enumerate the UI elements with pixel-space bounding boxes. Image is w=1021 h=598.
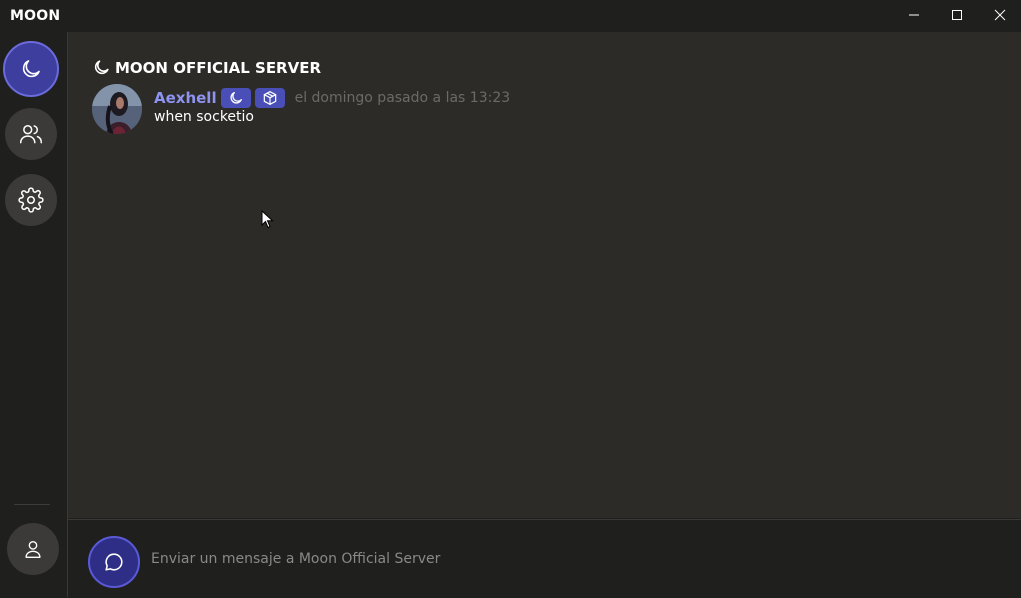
channel-title: MOON OFFICIAL SERVER	[115, 58, 322, 77]
moon-icon	[94, 60, 109, 75]
maximize-icon	[951, 10, 962, 20]
chat-panel: MOON OFFICIAL SERVER Aexhell el domingo …	[68, 32, 1021, 518]
moon-icon	[230, 92, 242, 104]
message-header: Aexhell el domingo pasado a las 13:23	[154, 88, 510, 108]
message-composer	[68, 519, 1021, 598]
avatar[interactable]	[92, 84, 142, 134]
users-icon	[19, 125, 43, 144]
maximize-button[interactable]	[935, 0, 978, 30]
sidebar-item-friends[interactable]	[5, 108, 57, 160]
sidebar-item-servers[interactable]	[3, 41, 59, 97]
channel-header: MOON OFFICIAL SERVER	[92, 58, 321, 77]
chat-button[interactable]	[88, 536, 140, 588]
profile-button[interactable]	[7, 523, 59, 575]
message-input[interactable]	[146, 548, 936, 570]
title-bar: MOON	[0, 0, 1021, 32]
app-title: MOON	[10, 8, 61, 24]
cube-badge	[254, 88, 285, 108]
sidebar-divider	[14, 504, 50, 505]
minimize-icon	[908, 14, 919, 16]
mouse-cursor-icon	[261, 210, 274, 229]
minimize-button[interactable]	[892, 0, 935, 30]
chat-bubble-icon	[105, 553, 123, 571]
moon-icon	[22, 60, 40, 78]
cube-icon	[263, 91, 276, 105]
message-timestamp: el domingo pasado a las 13:23	[294, 90, 511, 106]
message-text: when socketio	[154, 109, 254, 125]
close-button[interactable]	[978, 0, 1021, 30]
message-author[interactable]: Aexhell	[154, 89, 217, 107]
user-icon	[25, 540, 41, 558]
close-icon	[994, 9, 1005, 21]
gear-icon	[18, 187, 44, 213]
sidebar	[0, 32, 68, 597]
moon-badge	[220, 88, 251, 108]
sidebar-item-settings[interactable]	[5, 174, 57, 226]
